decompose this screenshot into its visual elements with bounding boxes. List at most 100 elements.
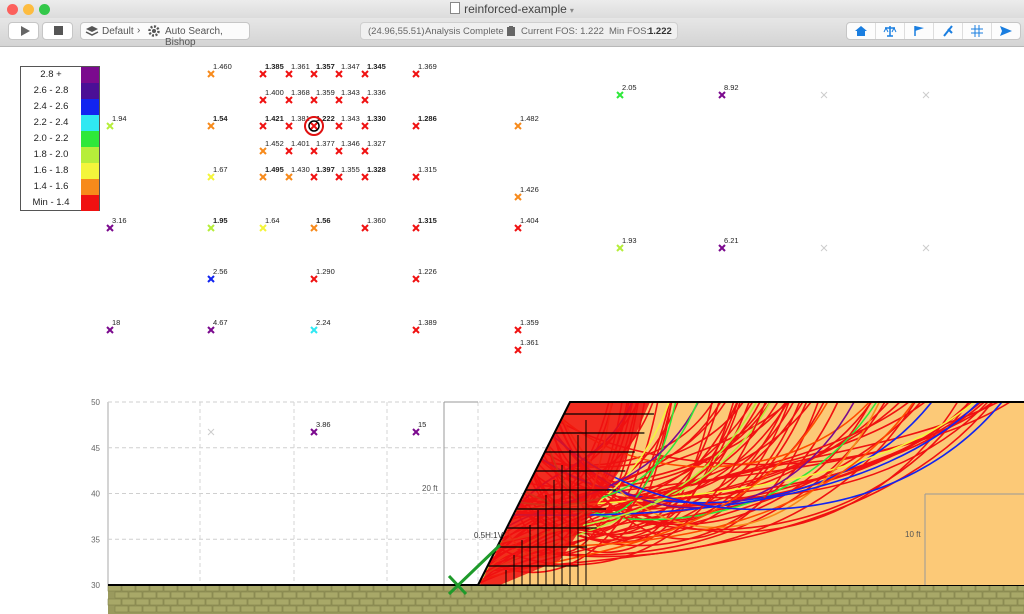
grid-point[interactable]: 1.54 xyxy=(207,114,228,130)
grid-point[interactable]: 2.24 xyxy=(310,318,331,334)
grid-point[interactable]: 1.93 xyxy=(616,236,637,252)
grid-point[interactable] xyxy=(922,244,930,252)
grid-point[interactable]: 1.336 xyxy=(361,88,386,104)
legend-row: 2.8 + xyxy=(21,67,99,83)
slope-label: 0.5H:1V xyxy=(474,531,504,540)
fos-value-label: 1.355 xyxy=(341,165,360,174)
fos-value-label: 6.21 xyxy=(724,236,739,245)
toolbar: Default › Auto Search, Bishop (24.96,55.… xyxy=(0,18,1024,48)
grid-point[interactable]: 1.286 xyxy=(412,114,437,130)
current-fos: Current FOS: 1.222 xyxy=(521,26,604,37)
chevron-down-icon[interactable]: ▾ xyxy=(570,6,574,15)
grid-point[interactable]: 1.460 xyxy=(207,62,232,78)
grid-point[interactable]: 1.346 xyxy=(335,139,360,155)
min-fos-label: Min FOS: xyxy=(609,26,650,37)
grid-point[interactable]: 1.226 xyxy=(412,267,437,283)
fos-value-label: 1.328 xyxy=(367,165,386,174)
grid-point[interactable]: 3.86 xyxy=(310,420,331,436)
legend-label: 2.8 + xyxy=(40,69,62,80)
legend-label: 2.2 - 2.4 xyxy=(33,117,69,128)
grid-point[interactable]: 1.430 xyxy=(285,165,310,181)
home-icon[interactable] xyxy=(847,23,876,39)
grid-point[interactable]: 1.360 xyxy=(361,216,386,232)
grid-point[interactable]: 1.421 xyxy=(259,114,284,130)
grid-point[interactable]: 1.368 xyxy=(285,88,310,104)
grid-point[interactable]: 6.21 xyxy=(718,236,739,252)
grid-point[interactable]: 1.361 xyxy=(285,62,310,78)
grid-point[interactable]: 1.290 xyxy=(310,267,335,283)
grid-point[interactable]: 4.67 xyxy=(207,318,228,334)
grid-point[interactable]: 1.361 xyxy=(514,338,539,354)
grid-point[interactable]: 1.315 xyxy=(412,216,437,232)
fos-value-label: 2.56 xyxy=(213,267,228,276)
grid-point[interactable]: 1.64 xyxy=(259,216,280,232)
send-icon[interactable] xyxy=(992,23,1020,39)
flag-icon[interactable] xyxy=(905,23,934,39)
grid-point[interactable] xyxy=(922,91,930,99)
model-canvas[interactable]: 5045403530 20 ft10 ft0.5H:1V 1.460 1.385 1… xyxy=(0,48,1024,614)
grid-point[interactable]: 1.315 xyxy=(412,165,437,181)
balance-icon[interactable] xyxy=(876,23,905,39)
grid-point[interactable]: 1.94 xyxy=(106,114,127,130)
grid-point[interactable]: 1.345 xyxy=(361,62,386,78)
grid-point[interactable]: 1.357 xyxy=(310,62,335,78)
fos-value-label: 1.315 xyxy=(418,216,437,225)
grid-point[interactable]: 1.330 xyxy=(361,114,386,130)
grid-point[interactable]: 1.400 xyxy=(259,88,284,104)
breadcrumb-method[interactable]: Auto Search, Bishop xyxy=(165,26,249,48)
gear-icon xyxy=(148,25,160,37)
grid-point[interactable]: 1.369 xyxy=(412,62,437,78)
grid-point[interactable]: 1.95 xyxy=(207,216,228,232)
window-title: reinforced-example ▾ xyxy=(0,2,1024,16)
grid-point[interactable]: 8.92 xyxy=(718,83,739,99)
grid-point[interactable]: 1.404 xyxy=(514,216,539,232)
grid-point[interactable]: 1.355 xyxy=(335,165,360,181)
grid-point[interactable]: 2.05 xyxy=(616,83,637,99)
grid-point[interactable]: 1.347 xyxy=(335,62,360,78)
legend-row: 1.8 - 2.0 xyxy=(21,147,99,163)
grid-point[interactable]: 15 xyxy=(412,420,426,436)
grid-point[interactable]: 1.327 xyxy=(361,139,386,155)
grid-point[interactable]: 1.56 xyxy=(310,216,331,232)
grid-point[interactable]: 1.67 xyxy=(207,165,228,181)
grid-point[interactable]: 1.426 xyxy=(514,185,539,201)
grid-point[interactable]: 1.343 xyxy=(335,114,360,130)
fos-value-label: 1.330 xyxy=(367,114,386,123)
grid-point[interactable]: 2.56 xyxy=(207,267,228,283)
legend-row: 2.6 - 2.8 xyxy=(21,83,99,99)
grid-point[interactable]: 1.495 xyxy=(259,165,284,181)
fos-value-label: 1.397 xyxy=(316,165,335,174)
fos-value-label: 1.421 xyxy=(265,114,284,123)
fos-value-label: 1.460 xyxy=(213,62,232,71)
grid-point[interactable]: 18 xyxy=(106,318,120,334)
grid-point[interactable]: 1.385 xyxy=(259,62,284,78)
run-button[interactable] xyxy=(8,22,39,40)
fos-value-label: 1.389 xyxy=(418,318,437,327)
legend-label: 2.4 - 2.6 xyxy=(33,101,69,112)
stop-button[interactable] xyxy=(42,22,73,40)
grid-point[interactable]: 1.401 xyxy=(285,139,310,155)
fos-value-label: 1.385 xyxy=(265,62,284,71)
window-title-text: reinforced-example xyxy=(464,2,567,16)
grid-icon[interactable] xyxy=(963,23,992,39)
fos-value-label: 1.452 xyxy=(265,139,284,148)
grid-point[interactable]: 1.222 xyxy=(304,114,335,136)
grid-point[interactable]: 1.328 xyxy=(361,165,386,181)
grid-point[interactable]: 1.452 xyxy=(259,139,284,155)
grid-point[interactable]: 1.389 xyxy=(412,318,437,334)
grid-point[interactable] xyxy=(820,244,828,252)
anchor-icon[interactable] xyxy=(934,23,963,39)
grid-point[interactable]: 3.16 xyxy=(106,216,127,232)
grid-point[interactable]: 1.343 xyxy=(335,88,360,104)
grid-point[interactable]: 1.397 xyxy=(310,165,335,181)
height-label-right: 10 ft xyxy=(905,530,921,539)
grid-point[interactable] xyxy=(820,91,828,99)
grid-point[interactable]: 1.359 xyxy=(310,88,335,104)
fos-value-label: 1.359 xyxy=(520,318,539,327)
breadcrumb-scenario[interactable]: Default xyxy=(102,26,134,37)
grid-point[interactable]: 1.359 xyxy=(514,318,539,334)
fos-value-label: 1.95 xyxy=(213,216,228,225)
grid-point[interactable] xyxy=(207,428,215,436)
grid-point[interactable]: 1.482 xyxy=(514,114,539,130)
grid-point[interactable]: 1.377 xyxy=(310,139,335,155)
